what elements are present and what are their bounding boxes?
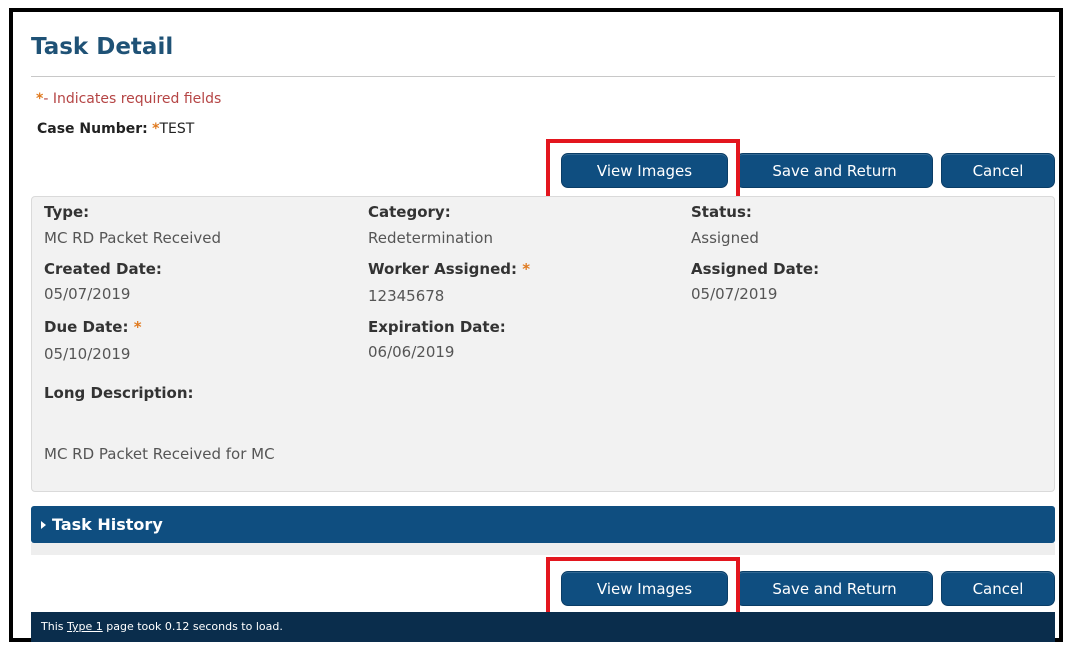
required-star-icon: * bbox=[133, 318, 142, 336]
due-date-label-text: Due Date: bbox=[44, 318, 129, 336]
highlight-box-bottom bbox=[546, 557, 740, 619]
assigned-date-value: 05/07/2019 bbox=[691, 285, 778, 303]
footer-prefix: This bbox=[41, 620, 67, 633]
required-star-icon: * bbox=[522, 260, 531, 278]
footer-type-link[interactable]: Type 1 bbox=[67, 620, 103, 633]
task-history-label: Task History bbox=[52, 515, 163, 534]
required-star-icon: * bbox=[152, 121, 160, 137]
type-label: Type: bbox=[44, 203, 90, 221]
expiration-date-label: Expiration Date: bbox=[368, 318, 506, 336]
assigned-date-label: Assigned Date: bbox=[691, 260, 820, 278]
required-fields-note: *- Indicates required fields bbox=[36, 91, 221, 107]
save-and-return-button-top[interactable]: Save and Return bbox=[736, 153, 933, 188]
background-margin bbox=[0, 0, 9, 651]
cancel-button-bottom[interactable]: Cancel bbox=[941, 571, 1055, 606]
expand-arrow-icon bbox=[41, 520, 46, 529]
footer-suffix: page took 0.12 seconds to load. bbox=[102, 620, 283, 633]
expiration-date-value: 06/06/2019 bbox=[368, 343, 455, 361]
case-number: Case Number: *TEST bbox=[37, 121, 194, 137]
status-value: Assigned bbox=[691, 229, 759, 247]
worker-assigned-value: 12345678 bbox=[368, 287, 445, 305]
category-value: Redetermination bbox=[368, 229, 493, 247]
status-label: Status: bbox=[691, 203, 752, 221]
created-date-value: 05/07/2019 bbox=[44, 285, 131, 303]
cancel-button-top[interactable]: Cancel bbox=[941, 153, 1055, 188]
page-title: Task Detail bbox=[31, 34, 174, 60]
case-number-value: TEST bbox=[159, 121, 195, 137]
category-label: Category: bbox=[368, 203, 451, 221]
worker-assigned-label-text: Worker Assigned: bbox=[368, 260, 518, 278]
due-date-value: 05/10/2019 bbox=[44, 345, 131, 363]
long-description-value: MC RD Packet Received for MC bbox=[44, 445, 275, 463]
required-note-text: - Indicates required fields bbox=[43, 91, 222, 107]
title-divider bbox=[31, 76, 1055, 77]
created-date-label: Created Date: bbox=[44, 260, 162, 278]
page-footer: This Type 1 page took 0.12 seconds to lo… bbox=[31, 612, 1055, 642]
long-description-label: Long Description: bbox=[44, 384, 194, 402]
due-date-label: Due Date: * bbox=[44, 318, 142, 336]
case-number-label: Case Number: bbox=[37, 121, 148, 137]
worker-assigned-label: Worker Assigned: * bbox=[368, 260, 530, 278]
task-history-body bbox=[31, 543, 1055, 555]
save-and-return-button-bottom[interactable]: Save and Return bbox=[736, 571, 933, 606]
type-value: MC RD Packet Received bbox=[44, 229, 222, 247]
task-history-toggle[interactable]: Task History bbox=[31, 506, 1055, 543]
highlight-box-top bbox=[546, 139, 740, 200]
